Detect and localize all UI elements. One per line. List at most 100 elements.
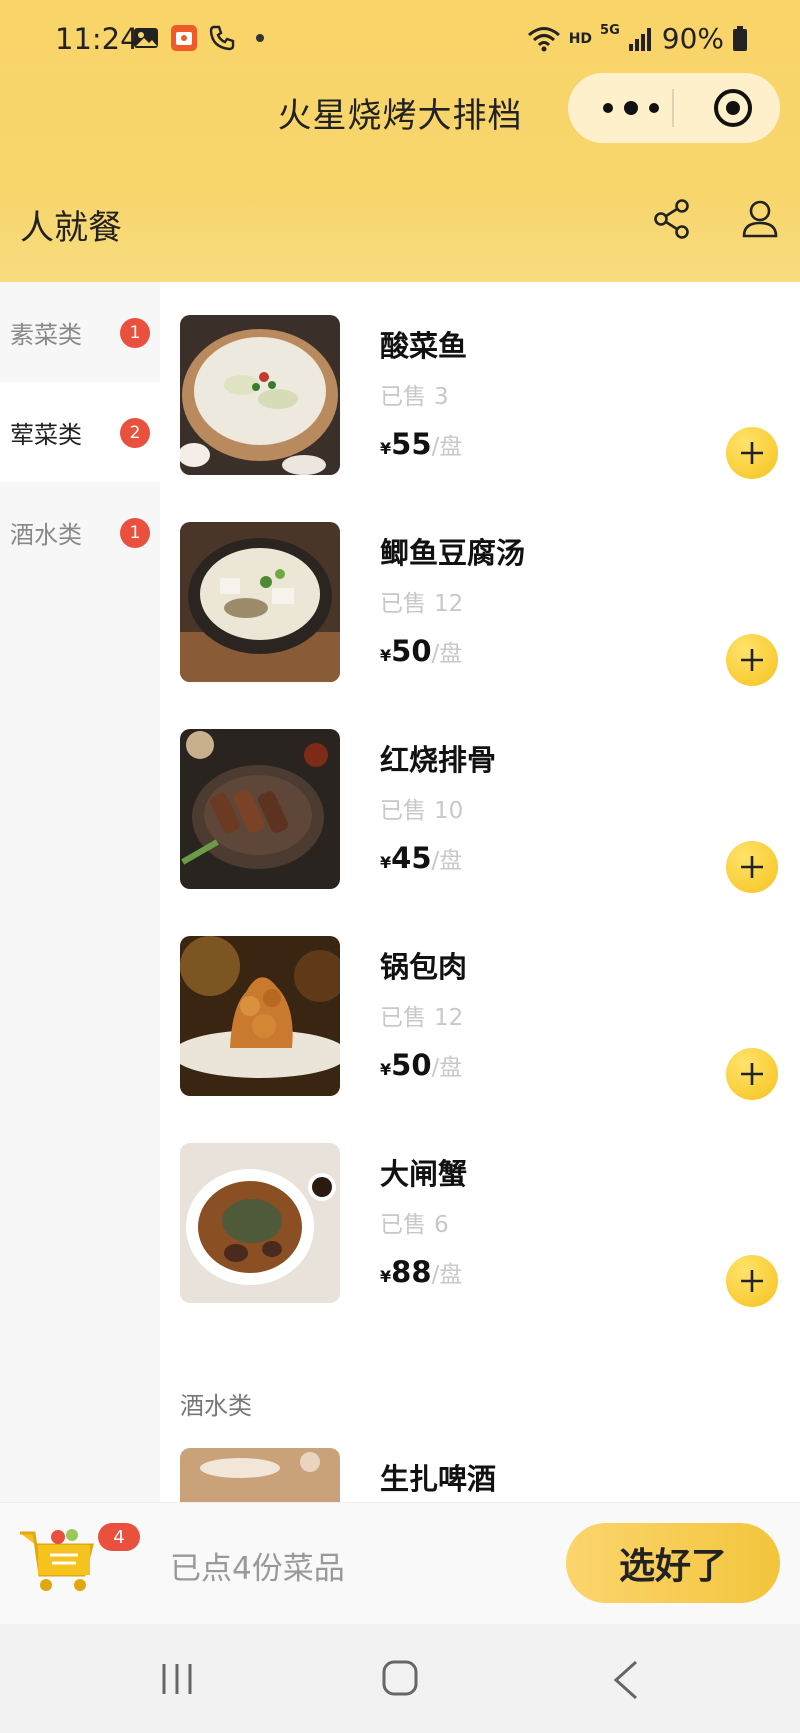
gallery-icon [134, 28, 158, 48]
sold-label: 已售 [380, 384, 426, 410]
dot-indicator-icon [256, 34, 264, 42]
dish-item[interactable]: 酸菜鱼 已售 3 ¥55/盘 [180, 315, 780, 479]
dish-image-draft-beer [180, 1448, 340, 1502]
price-unit: /盘 [431, 641, 463, 667]
ordered-summary: 已点4份菜品 [170, 1551, 345, 1587]
currency-symbol: ¥ [380, 853, 392, 872]
add-to-cart-button[interactable] [726, 841, 778, 893]
add-to-cart-button[interactable] [726, 1048, 778, 1100]
currency-symbol: ¥ [380, 1267, 392, 1286]
dish-price: ¥55/盘 [380, 427, 462, 461]
dish-item[interactable]: 鲫鱼豆腐汤 已售 12 ¥50/盘 [180, 522, 780, 686]
dish-item[interactable]: 红烧排骨 已售 10 ¥45/盘 [180, 729, 780, 893]
sold-number: 6 [434, 1212, 449, 1238]
plus-icon [741, 1270, 763, 1292]
sold-label: 已售 [380, 1005, 426, 1031]
signal-icon [628, 27, 651, 51]
price-unit: /盘 [431, 1262, 463, 1288]
category-count-badge: 1 [120, 518, 150, 548]
capsule-divider [672, 89, 674, 127]
system-nav-bar [0, 1624, 800, 1733]
dish-item[interactable]: 生扎啤酒 [180, 1448, 780, 1502]
dish-price: ¥50/盘 [380, 1048, 462, 1082]
price-unit: /盘 [431, 848, 463, 874]
share-icon[interactable] [652, 198, 692, 240]
close-mini-program-icon[interactable] [712, 87, 754, 129]
dish-item[interactable]: 大闸蟹 已售 6 ¥88/盘 [180, 1143, 780, 1307]
app-notification-icon [171, 25, 197, 51]
plus-icon [741, 1063, 763, 1085]
dish-item[interactable]: 锅包肉 已售 12 ¥50/盘 [180, 936, 780, 1100]
category-label: 素菜类 [10, 320, 82, 349]
add-to-cart-button[interactable] [726, 634, 778, 686]
status-right: HD 5G 90% [527, 22, 748, 55]
dish-name: 生扎啤酒 [380, 1462, 497, 1496]
shopping-cart-icon[interactable] [18, 1525, 100, 1595]
dish-name: 大闸蟹 [380, 1157, 468, 1191]
home-icon[interactable] [382, 1660, 418, 1696]
dish-price: ¥50/盘 [380, 634, 462, 668]
currency-symbol: ¥ [380, 1060, 392, 1079]
price-unit: /盘 [431, 1055, 463, 1081]
category-vegetable[interactable]: 素菜类 1 [0, 282, 160, 382]
notification-icons [132, 24, 274, 52]
dish-name: 酸菜鱼 [380, 329, 468, 363]
cart-bar: 4 已点4份菜品 选好了 [0, 1502, 800, 1624]
sold-number: 12 [434, 591, 464, 617]
dish-sold-count: 已售 6 [380, 1205, 449, 1239]
category-sidebar: 素菜类 1 荤菜类 2 酒水类 1 [0, 282, 160, 1502]
header: 11:24 HD 5G 90% 火星烧烤大排档 人就餐 [0, 0, 800, 282]
sold-number: 10 [434, 798, 464, 824]
wifi-icon [527, 26, 560, 51]
checkout-button[interactable]: 选好了 [566, 1523, 780, 1603]
plus-icon [741, 649, 763, 671]
dish-list[interactable]: 酸菜鱼 已售 3 ¥55/盘 鲫鱼豆腐汤 已售 12 ¥50/盘 红烧排骨 已售… [160, 282, 800, 1502]
section-title-drinks: 酒水类 [180, 1392, 252, 1420]
dish-image-fish-soup [180, 315, 340, 475]
price-value: 45 [391, 841, 432, 875]
dish-sold-count: 已售 12 [380, 998, 463, 1032]
price-unit: /盘 [431, 434, 463, 460]
dish-sold-count: 已售 12 [380, 584, 463, 618]
sold-label: 已售 [380, 798, 426, 824]
more-icon[interactable] [596, 95, 666, 121]
battery-level: 90% [661, 22, 724, 55]
add-to-cart-button[interactable] [726, 1255, 778, 1307]
recent-apps-icon[interactable] [160, 1662, 194, 1696]
hd-label: HD [568, 30, 593, 47]
dish-name: 鲫鱼豆腐汤 [380, 536, 526, 570]
sold-number: 12 [434, 1005, 464, 1031]
price-value: 88 [391, 1255, 432, 1289]
dish-sold-count: 已售 3 [380, 377, 449, 411]
battery-icon [733, 25, 747, 51]
sold-label: 已售 [380, 1212, 426, 1238]
dish-price: ¥88/盘 [380, 1255, 462, 1289]
price-value: 50 [391, 634, 432, 668]
diner-count-label: 人就餐 [20, 208, 122, 248]
category-drinks[interactable]: 酒水类 1 [0, 482, 160, 582]
cart-count-badge: 4 [98, 1523, 140, 1551]
category-count-badge: 2 [120, 418, 150, 448]
price-value: 55 [391, 427, 432, 461]
currency-symbol: ¥ [380, 646, 392, 665]
add-to-cart-button[interactable] [726, 427, 778, 479]
mini-program-capsule [568, 73, 780, 143]
dish-price: ¥45/盘 [380, 841, 462, 875]
user-icon[interactable] [740, 198, 780, 240]
category-label: 酒水类 [10, 520, 82, 549]
status-bar: 11:24 HD 5G 90% [0, 18, 800, 62]
price-value: 50 [391, 1048, 432, 1082]
sold-label: 已售 [380, 591, 426, 617]
category-meat[interactable]: 荤菜类 2 [0, 382, 160, 482]
network-label: 5G [600, 23, 620, 38]
phone-call-icon [209, 25, 235, 51]
dish-image-hairy-crab [180, 1143, 340, 1303]
sold-number: 3 [434, 384, 449, 410]
dish-sold-count: 已售 10 [380, 791, 463, 825]
status-time: 11:24 [55, 22, 139, 56]
plus-icon [741, 856, 763, 878]
dish-image-braised-ribs [180, 729, 340, 889]
dish-image-carp-tofu-soup [180, 522, 340, 682]
back-icon[interactable] [612, 1660, 640, 1700]
plus-icon [741, 442, 763, 464]
